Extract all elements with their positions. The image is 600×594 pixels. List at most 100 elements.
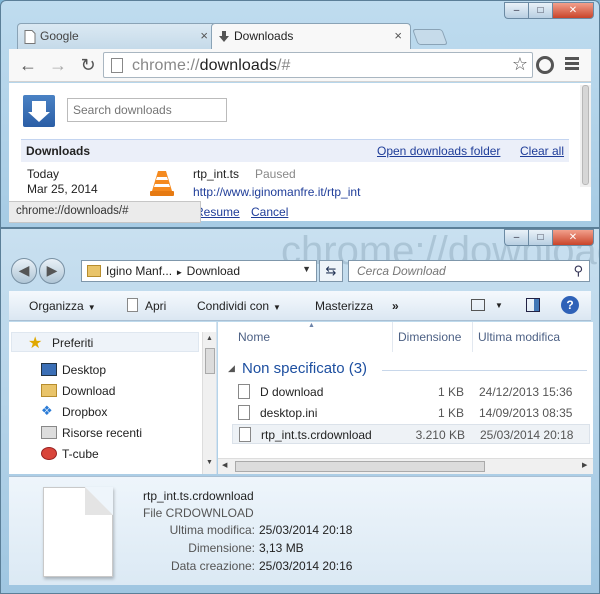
download-folder-icon xyxy=(41,384,57,397)
scroll-down-icon[interactable]: ▼ xyxy=(206,459,213,466)
collapse-group-icon[interactable]: ◢ xyxy=(228,363,235,374)
download-arrow-icon xyxy=(219,31,229,42)
status-bubble: chrome://downloads/# xyxy=(9,201,201,223)
resume-link[interactable]: Resume xyxy=(195,205,240,219)
chevron-down-icon[interactable]: ▼ xyxy=(302,264,311,274)
file-row-d-download[interactable]: D download 1 KB 24/12/2013 15:36 xyxy=(232,382,590,402)
minimize-button[interactable]: – xyxy=(504,229,528,246)
command-bar: Organizza ▼ Apri Condividi con ▼ Masterizz… xyxy=(9,291,591,321)
file-modified: 14/09/2013 08:35 xyxy=(479,406,573,420)
close-window-button[interactable]: ✕ xyxy=(552,2,594,19)
details-label: Data creazione: xyxy=(170,559,255,573)
favorites-header[interactable]: ★ Preferiti xyxy=(11,332,199,352)
back-icon[interactable]: ◀ xyxy=(11,258,37,284)
close-window-button[interactable]: ✕ xyxy=(552,229,594,246)
scrollbar-thumb[interactable] xyxy=(582,85,589,185)
address-bar[interactable]: Igino Manf... ► Download ▼ xyxy=(81,260,317,282)
file-row-rtp-crdownload[interactable]: rtp_int.ts.crdownload 3.210 KB 25/03/201… xyxy=(232,424,590,444)
file-thumbnail-icon xyxy=(43,487,113,577)
ini-file-icon xyxy=(238,405,250,420)
download-date: Today Mar 25, 2014 xyxy=(27,167,98,197)
breadcrumb-item[interactable]: Igino Manf... xyxy=(106,264,172,278)
dropbox-icon: ❖ xyxy=(41,403,53,418)
favorites-label: Preferiti xyxy=(52,336,94,350)
details-file-type: File CRDOWNLOAD xyxy=(143,506,254,520)
search-downloads-input[interactable] xyxy=(67,98,227,122)
file-size: 1 KB xyxy=(437,385,464,399)
file-row-desktop-ini[interactable]: desktop.ini 1 KB 14/09/2013 08:35 xyxy=(232,403,590,423)
page-icon xyxy=(24,30,36,44)
organize-button[interactable]: Organizza ▼ xyxy=(29,299,96,313)
address-bar[interactable]: chrome://downloads/# ☆ xyxy=(103,52,533,78)
scroll-right-icon[interactable]: ▶ xyxy=(582,461,587,469)
address-url: chrome://downloads/# xyxy=(132,57,291,74)
preview-pane-icon[interactable] xyxy=(526,298,540,312)
vertical-scrollbar[interactable] xyxy=(580,85,591,187)
scrollbar-thumb[interactable] xyxy=(235,461,485,472)
folder-icon xyxy=(87,265,101,277)
t-cube-icon xyxy=(41,447,57,460)
details-value: 25/03/2014 20:18 xyxy=(259,523,353,537)
share-button[interactable]: Condividi con ▼ xyxy=(197,299,281,313)
file-name: D download xyxy=(260,385,324,399)
star-icon: ★ xyxy=(28,335,43,352)
file-size: 1 KB xyxy=(437,406,464,420)
cancel-link[interactable]: Cancel xyxy=(251,205,288,219)
refresh-icon[interactable]: ⇆ xyxy=(319,260,343,282)
burn-button[interactable]: Masterizza xyxy=(315,299,373,313)
tab-close-icon[interactable]: × xyxy=(200,28,208,43)
group-header[interactable]: Non specificato (3) xyxy=(242,360,367,377)
open-downloads-folder-link[interactable]: Open downloads folder xyxy=(377,144,500,158)
tab-google[interactable]: Google × xyxy=(17,23,217,49)
explorer-window: chrome://downloads – □ ✕ ◀ ▶ Igino Manf.… xyxy=(0,228,600,594)
tab-downloads[interactable]: Downloads × xyxy=(211,23,411,50)
history-nav: ◀ ▶ xyxy=(11,258,69,284)
back-icon[interactable]: ← xyxy=(17,55,39,77)
view-options-icon[interactable] xyxy=(471,299,485,311)
open-button[interactable]: Apri xyxy=(145,299,166,313)
shortcut-icon xyxy=(238,384,250,399)
download-url-link[interactable]: http://www.iginomanfre.it/rtp_int xyxy=(193,185,360,199)
scrollbar-thumb[interactable] xyxy=(205,348,215,374)
horizontal-scrollbar[interactable]: ◀ ▶ xyxy=(218,458,593,474)
menu-icon[interactable] xyxy=(565,57,579,71)
file-icon xyxy=(239,427,251,442)
details-value: 25/03/2014 20:16 xyxy=(259,559,353,573)
group-divider xyxy=(382,370,587,371)
downloads-page: Downloads Open downloads folder Clear al… xyxy=(9,83,591,223)
clear-all-link[interactable]: Clear all xyxy=(520,144,564,158)
file-name: rtp_int.ts.crdownload xyxy=(261,428,372,442)
chevron-down-icon[interactable]: ▼ xyxy=(495,301,503,310)
column-header-name[interactable]: Nome xyxy=(238,330,270,344)
forward-icon[interactable]: → xyxy=(47,55,69,77)
forward-icon[interactable]: ▶ xyxy=(39,258,65,284)
scroll-up-icon[interactable]: ▲ xyxy=(206,335,213,342)
maximize-button[interactable]: □ xyxy=(528,229,552,246)
scroll-left-icon[interactable]: ◀ xyxy=(222,461,227,469)
column-divider xyxy=(392,322,393,352)
desktop-icon xyxy=(41,363,57,376)
reload-icon[interactable]: ↻ xyxy=(77,55,99,77)
column-header-size[interactable]: Dimensione xyxy=(398,330,461,344)
help-icon[interactable]: ? xyxy=(561,296,579,314)
new-tab-button[interactable] xyxy=(412,29,448,45)
maximize-button[interactable]: □ xyxy=(528,2,552,19)
search-input[interactable]: Cerca Download ⚲ xyxy=(348,260,590,282)
more-commands-button[interactable]: » xyxy=(392,299,399,313)
column-header-modified[interactable]: Ultima modifica xyxy=(478,330,560,344)
breadcrumb-separator[interactable]: ► xyxy=(175,268,183,277)
details-pane: rtp_int.ts.crdownload File CRDOWNLOAD Ul… xyxy=(9,476,591,585)
file-size: 3.210 KB xyxy=(415,428,465,442)
extension-icon[interactable] xyxy=(536,56,554,74)
minimize-button[interactable]: – xyxy=(504,2,528,19)
bookmark-star-icon[interactable]: ☆ xyxy=(512,54,528,75)
vertical-scrollbar[interactable]: ▲ ▼ xyxy=(202,332,216,474)
breadcrumb-item[interactable]: Download xyxy=(187,264,240,278)
downloads-logo-icon xyxy=(23,95,55,127)
tab-close-icon[interactable]: × xyxy=(394,28,402,43)
search-icon[interactable]: ⚲ xyxy=(573,263,583,279)
chrome-window: – □ ✕ Google × Downloads × ← → ↻ chrome:… xyxy=(0,0,600,228)
date-value: Mar 25, 2014 xyxy=(27,182,98,196)
download-status: Paused xyxy=(255,167,296,181)
tab-label: Downloads xyxy=(234,29,294,43)
